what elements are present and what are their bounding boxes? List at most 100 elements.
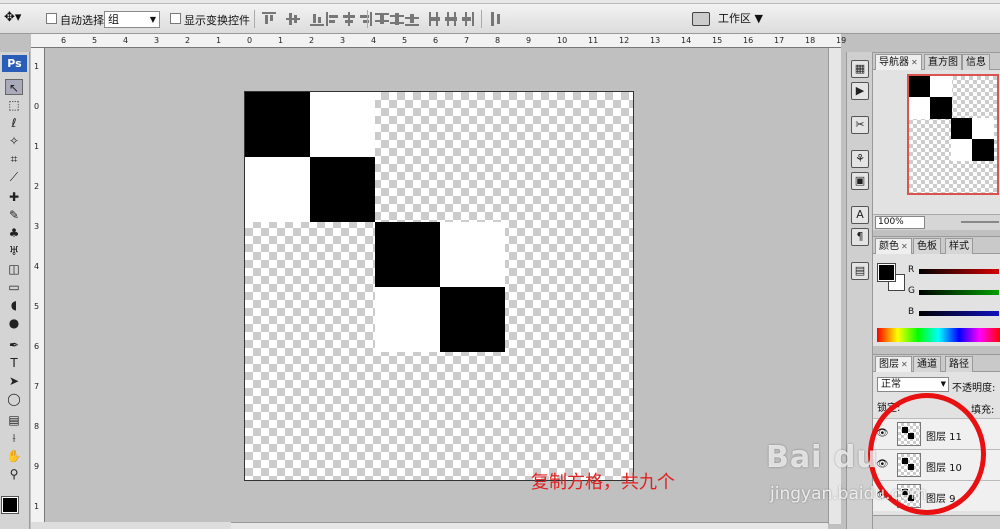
marquee-tool-icon[interactable]: ⬚ [5,97,23,113]
ruler-tick: 5 [34,302,40,311]
distribute-left-icon[interactable] [428,12,442,26]
tab-histogram[interactable]: 直方图 [924,54,962,70]
layers-footer [873,515,1000,529]
separator [481,10,482,28]
workspace-icon[interactable] [692,12,710,26]
shape-tool-icon[interactable]: ◯ [5,391,23,407]
tab-label: 图层 [879,359,899,370]
align-hcenter-icon[interactable] [342,12,356,26]
distribute-right-icon[interactable] [460,12,474,26]
color-tabs: 颜色 ✕ 色板 样式 [873,237,1000,254]
preview-square-white [909,97,931,119]
tab-channels[interactable]: 通道 [913,356,941,372]
tab-styles[interactable]: 样式 [945,238,973,254]
status-bar [31,522,231,529]
move-tool-icon[interactable]: ↖ [5,79,23,95]
tab-color[interactable]: 颜色 ✕ [875,238,912,254]
blend-mode-dropdown[interactable]: 正常 ▼ [877,377,949,392]
preview-square-white [951,139,973,161]
align-left-icon[interactable] [326,12,340,26]
channel-r-slider[interactable] [919,269,999,274]
auto-select-value: 组 [108,13,119,26]
history-panel-icon[interactable]: ▦ [851,60,869,78]
close-icon[interactable]: ✕ [901,360,908,369]
eraser-tool-icon[interactable]: ◫ [5,261,23,277]
preview-square-black [951,118,973,140]
zoom-field[interactable]: 100% [875,216,925,229]
clone-stamp-tool-icon[interactable]: ♣ [5,225,23,241]
tool-preset-picker[interactable]: ✥▾ [4,10,36,28]
ruler-tick: 4 [34,262,40,271]
tab-paths[interactable]: 路径 [945,356,973,372]
zoom-tool-icon[interactable]: ⚲ [5,466,23,482]
history-brush-tool-icon[interactable]: ♅ [5,243,23,259]
path-selection-tool-icon[interactable]: ➤ [5,373,23,389]
brushes-panel-icon[interactable]: ⚘ [851,150,869,168]
align-vcenter-icon[interactable] [286,12,300,26]
paragraph-panel-icon[interactable]: ¶ [851,228,869,246]
align-top-icon[interactable] [262,12,276,26]
workspace-button[interactable]: 工作区 ▼ [718,10,774,28]
show-transform-checkbox[interactable] [170,13,181,24]
channel-b-slider[interactable] [919,311,999,316]
distribute-top-icon[interactable] [375,12,389,26]
align-bottom-icon[interactable] [310,12,324,26]
separator [254,10,255,28]
type-tool-icon[interactable]: T [5,355,23,371]
ruler-tick: 3 [34,222,40,231]
auto-select-label: 自动选择: [60,14,108,27]
gradient-tool-icon[interactable]: ▭ [5,279,23,295]
color-spectrum[interactable] [877,328,1000,342]
ruler-tick: 8 [34,422,40,431]
ruler-tick: 7 [34,382,40,391]
auto-align-icon[interactable] [489,12,503,26]
canvas-square-white [440,222,505,287]
blur-tool-icon[interactable]: ◖ [5,297,23,313]
align-right-icon[interactable] [358,12,372,26]
distribute-hcenter-icon[interactable] [444,12,458,26]
channel-r-label: R [908,265,915,275]
auto-select-dropdown[interactable]: 组 ▼ [104,11,160,28]
document-canvas[interactable] [244,91,634,481]
foreground-color-swatch[interactable] [877,263,896,282]
tab-info[interactable]: 信息 [962,54,990,70]
ruler-tick: 15 [712,36,723,45]
ruler-tick: 14 [681,36,692,45]
hand-tool-icon[interactable]: ✋ [5,448,23,464]
eyedropper-tool-icon[interactable]: ⟊ [5,430,23,446]
close-icon[interactable]: ✕ [911,58,918,67]
channel-g-label: G [908,286,915,296]
tool-presets-icon[interactable]: ✂ [851,116,869,134]
healing-brush-tool-icon[interactable]: ✚ [5,189,23,205]
brush-tool-icon[interactable]: ✎ [5,207,23,223]
dodge-tool-icon[interactable]: ● [5,315,23,331]
magic-wand-tool-icon[interactable]: ✧ [5,133,23,149]
zoom-slider[interactable] [961,221,999,223]
tab-navigator[interactable]: 导航器 ✕ [875,54,922,70]
crop-tool-icon[interactable]: ⌗ [5,151,23,167]
notes-tool-icon[interactable]: ▤ [5,412,23,428]
tab-swatches[interactable]: 色板 [913,238,941,254]
tab-layers[interactable]: 图层 ✕ [875,356,912,372]
distribute-bottom-icon[interactable] [405,12,419,26]
canvas-square-black [440,287,505,352]
slice-tool-icon[interactable]: ⟋ [5,169,23,185]
ruler-tick: 3 [154,36,160,45]
ruler-tick: 4 [123,36,129,45]
instruction-annotation: 复制方格，共九个 [531,472,675,493]
ruler-tick: 0 [247,36,253,45]
actions-panel-icon[interactable]: ▶ [851,82,869,100]
lasso-tool-icon[interactable]: ℓ [5,115,23,131]
layer-comps-icon[interactable]: ▤ [851,262,869,280]
character-panel-icon[interactable]: A [851,206,869,224]
preview-square-black [909,76,931,98]
pen-tool-icon[interactable]: ✒ [5,337,23,353]
channel-g-slider[interactable] [919,290,999,295]
foreground-color-swatch[interactable] [1,496,19,514]
clone-source-icon[interactable]: ▣ [851,172,869,190]
distribute-vcenter-icon[interactable] [390,12,404,26]
preview-square-black [930,97,952,119]
auto-select-checkbox[interactable] [46,13,57,24]
navigator-preview[interactable] [907,74,999,195]
close-icon[interactable]: ✕ [901,242,908,251]
